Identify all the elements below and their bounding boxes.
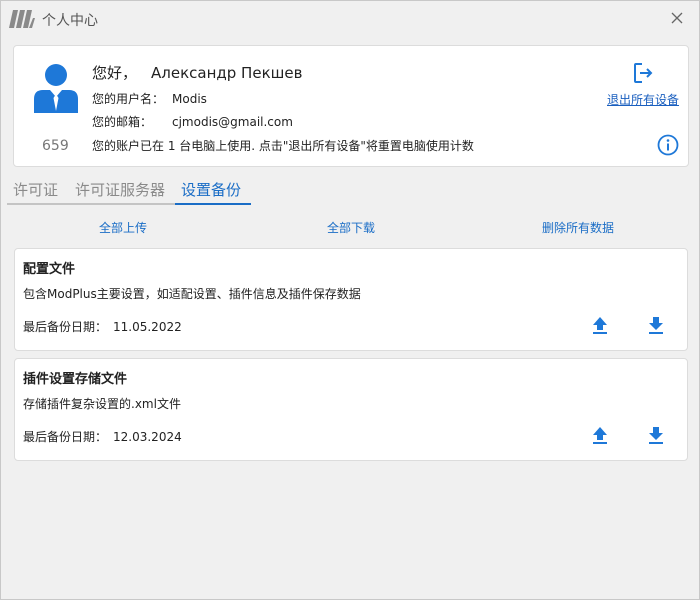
close-icon: [671, 12, 683, 27]
download-icon[interactable]: [645, 314, 667, 336]
backup-date-row: 最后备份日期： 11.05.2022: [23, 318, 182, 335]
backup-card-plugin-settings: 插件设置存储文件 存储插件复杂设置的.xml文件 最后备份日期： 12.03.20…: [14, 358, 688, 461]
info-icon[interactable]: [657, 134, 679, 156]
greeting-text: 您好，: [92, 64, 138, 82]
user-full-name: Александр Пекшев: [151, 64, 303, 82]
backup-description: 存储插件复杂设置的.xml文件: [23, 397, 181, 411]
title-bar: 个人中心: [1, 1, 699, 37]
delete-all-data-button[interactable]: 删除所有数据: [542, 219, 614, 236]
backup-date-label: 最后备份日期：: [23, 320, 108, 334]
backup-date-value: 11.05.2022: [113, 320, 182, 334]
tab-bar: 许可证 许可证服务器 设置备份: [7, 179, 697, 205]
backup-description: 包含ModPlus主要设置，如适配设置、插件信息及插件保存数据: [23, 287, 361, 301]
backup-card-config: 配置文件 包含ModPlus主要设置，如适配设置、插件信息及插件保存数据 最后备…: [14, 248, 688, 351]
window-title: 个人中心: [42, 13, 98, 29]
modplus-logo-icon: [9, 10, 35, 28]
close-button[interactable]: [663, 6, 691, 32]
download-icon[interactable]: [645, 424, 667, 446]
username-label: 您的用户名：: [92, 92, 165, 106]
tab-license-server[interactable]: 许可证服务器: [69, 179, 175, 205]
username-value: Modis: [172, 92, 207, 106]
backup-title: 配置文件: [23, 262, 76, 277]
download-all-button[interactable]: 全部下载: [327, 219, 375, 236]
backup-date-label: 最后备份日期：: [23, 430, 108, 444]
device-count: 659: [42, 138, 69, 154]
tab-settings-backup[interactable]: 设置备份: [175, 179, 251, 205]
email-value: cjmodis@gmail.com: [172, 115, 293, 129]
active-tab-indicator: [175, 203, 251, 205]
upload-icon[interactable]: [589, 314, 611, 336]
logout-all-devices-link[interactable]: 退出所有设备: [607, 91, 679, 108]
usage-text: 您的账户已在 1 台电脑上使用. 点击"退出所有设备"将重置电脑使用计数: [92, 139, 474, 153]
user-avatar-icon: [34, 63, 78, 113]
username-row: 您的用户名： Modis: [92, 90, 207, 107]
tab-license[interactable]: 许可证: [7, 179, 69, 205]
greeting: 您好， Александр Пекшев: [92, 62, 302, 83]
upload-icon[interactable]: [589, 424, 611, 446]
backup-date-value: 12.03.2024: [113, 430, 182, 444]
email-row: 您的邮箱： cjmodis@gmail.com: [92, 113, 293, 130]
logout-icon[interactable]: [631, 61, 655, 85]
backup-title: 插件设置存储文件: [23, 372, 128, 387]
tab-divider: [7, 203, 175, 205]
upload-all-button[interactable]: 全部上传: [99, 219, 147, 236]
email-label: 您的邮箱：: [92, 115, 153, 129]
backup-date-row: 最后备份日期： 12.03.2024: [23, 428, 182, 445]
profile-card: 659 您好， Александр Пекшев 您的用户名： Modis 您的邮箱…: [13, 45, 689, 167]
personal-center-window: 个人中心 659 您好， Александр Пекшев 您的用户名： Modis: [0, 0, 700, 600]
